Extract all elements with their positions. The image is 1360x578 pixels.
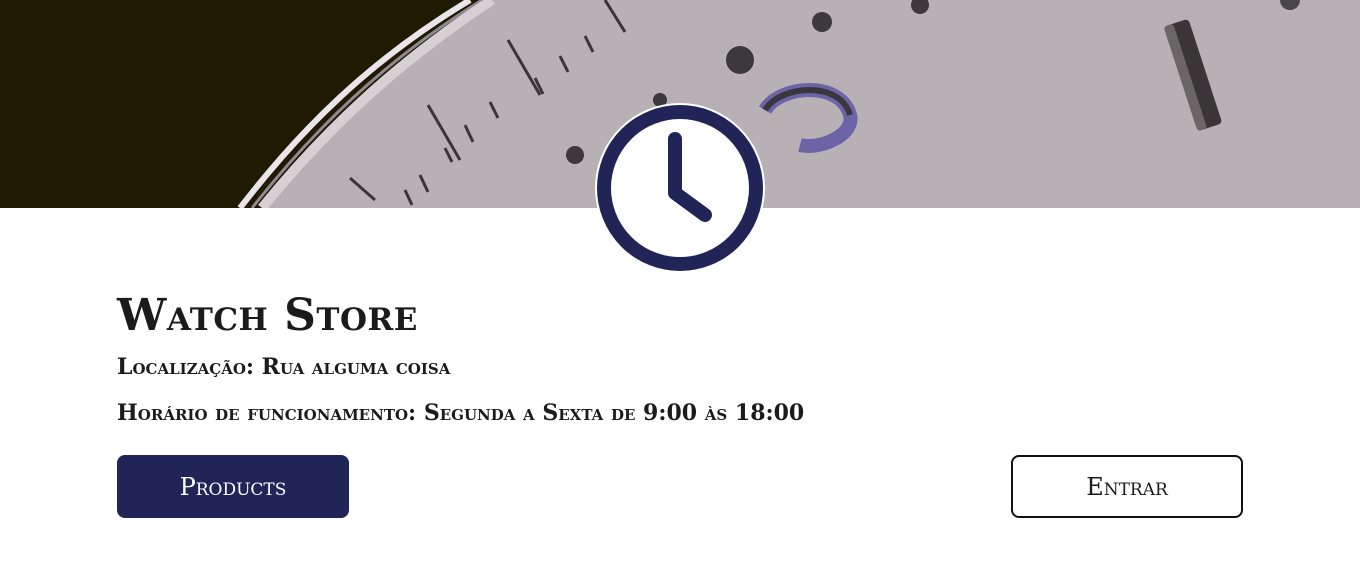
store-location: Localização: Rua alguma coisa [117,354,451,380]
store-info: Watch Store Localização: Rua alguma cois… [117,288,1243,518]
clock-icon [595,103,765,273]
store-hours: Horário de funcionamento: Segunda a Sext… [117,400,805,426]
products-button[interactable]: Products [117,455,349,518]
login-button[interactable]: Entrar [1011,455,1243,518]
page-title: Watch Store [117,290,418,341]
